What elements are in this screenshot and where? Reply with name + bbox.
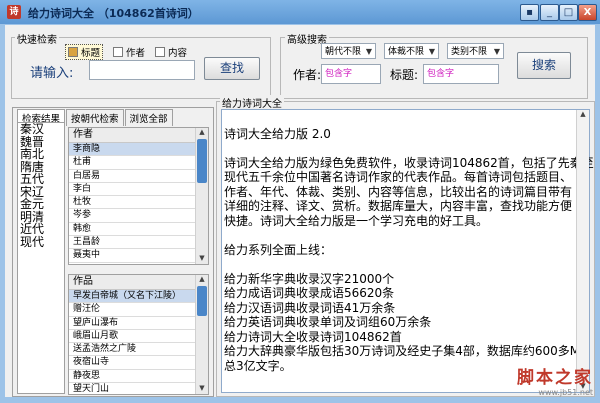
title-input[interactable]: 包含字	[423, 64, 499, 84]
category-select[interactable]: 类别不限 ▼	[447, 43, 504, 59]
poem-text-area[interactable]: 诗词大全给力版 2.0 诗词大全给力版为绿色免费软件，收录诗词104862首，包…	[221, 109, 594, 393]
advanced-search-button[interactable]: 搜索	[517, 52, 571, 79]
text-line: 给力新华字典收录汉字21000个	[224, 271, 395, 286]
scroll-up-icon[interactable]: ▲	[196, 128, 208, 138]
text-content: 诗词大全给力版 2.0 诗词大全给力版为绿色免费软件，收录诗词104862首，包…	[224, 112, 594, 373]
chevron-down-icon: ▼	[428, 47, 435, 56]
table-row[interactable]: 白居易	[69, 170, 208, 183]
works-grid: 作品 早发白帝城（又名下江陵） 赠汪伦 望庐山瀑布 峨眉山月歌 送孟浩然之广陵 …	[68, 274, 209, 395]
content-group-label: 给力诗词大全	[220, 95, 284, 110]
tab-browse-all[interactable]: 浏览全部	[124, 109, 173, 126]
extra-icon[interactable]: ▪	[520, 4, 539, 21]
table-row[interactable]: 聂夷中	[69, 249, 208, 263]
title-label: 标题:	[390, 68, 419, 82]
author-checkbox[interactable]	[113, 47, 123, 57]
window-title: 给力诗词大全 （104862首诗词）	[28, 7, 199, 20]
text-line: 给力大辞典豪华版包括30万诗词及经史子集4部，数据库约600多M，	[224, 344, 593, 358]
works-scrollbar[interactable]: ▲ ▼	[195, 275, 208, 394]
content-scrollbar[interactable]: ▲ ▼	[576, 110, 589, 392]
text-line	[224, 228, 594, 243]
table-row[interactable]: 赠汪伦	[69, 303, 208, 317]
table-row[interactable]: 送孟浩然之广陵	[69, 343, 208, 357]
text-line: 给力诗词大全收录诗词104862首	[224, 329, 402, 344]
text-line: 诗词大全给力版为绿色免费软件，收录诗词104862首，包括了先秦至	[224, 155, 594, 170]
text-line: 快捷。诗词大全给力版是一个学习充电的好工具。	[224, 213, 489, 228]
text-line: 给力英语词典收录单词及词组60万余条	[224, 315, 432, 329]
author-grid: 作者 李商隐 杜甫 白居易 李白 杜牧 岑参 韩愈 王昌龄 聂夷中 ▲ ▼	[68, 127, 209, 265]
dynasty-select[interactable]: 朝代不限 ▼	[321, 43, 376, 59]
author-input[interactable]: 包含字	[321, 64, 381, 84]
scroll-down-icon[interactable]: ▼	[196, 254, 208, 264]
table-row[interactable]: 静夜思	[69, 370, 208, 384]
scroll-up-icon[interactable]: ▲	[196, 275, 208, 285]
table-row[interactable]: 杜甫	[69, 156, 208, 170]
chevron-down-icon: ▼	[493, 47, 500, 56]
text-line: 给力系列全面上线：	[224, 242, 333, 257]
table-row[interactable]: 夜宿山寺	[69, 356, 208, 370]
title-bar[interactable]: 诗 给力诗词大全 （104862首诗词） ▪ _ □ X	[0, 0, 600, 24]
table-row[interactable]: 望庐山瀑布	[69, 317, 208, 330]
text-line	[224, 257, 594, 272]
dynasty-item[interactable]: 秦汉	[18, 123, 64, 136]
option-content[interactable]: 内容	[155, 45, 187, 59]
author-column-header[interactable]: 作者	[69, 128, 208, 143]
option-author[interactable]: 作者	[113, 45, 145, 59]
find-button[interactable]: 查找	[204, 57, 260, 80]
option-title[interactable]: 标题	[65, 44, 104, 60]
table-row[interactable]: 韩愈	[69, 223, 208, 237]
text-line	[224, 112, 594, 127]
maximize-button[interactable]: □	[559, 4, 578, 21]
dynasty-item[interactable]: 近代	[18, 223, 64, 236]
watermark-url: www.jb51.net	[538, 388, 593, 397]
content-checkbox[interactable]	[155, 47, 165, 57]
text-line: 给力汉语词典收录词语41万余条	[224, 300, 396, 315]
client-area: 快速检索 标题 作者 内容 请输入: 查找 高级搜索 朝代不限 ▼ 体裁不限 ▼ 类…	[5, 25, 595, 397]
table-row[interactable]: 王昌龄	[69, 236, 208, 250]
genre-select[interactable]: 体裁不限 ▼	[384, 43, 439, 59]
option-author-label: 作者	[126, 48, 146, 59]
table-row[interactable]: 李白	[69, 183, 208, 197]
text-line: 诗词大全给力版 2.0	[224, 126, 331, 141]
works-column-header[interactable]: 作品	[69, 275, 208, 290]
text-line: 现代五千余位中国著名诗词作家的代表作品。每首诗词包括题目、	[224, 170, 573, 184]
scroll-thumb[interactable]	[197, 139, 207, 183]
text-line: 详细的注释、译文、赏析。数据库量大，内容丰富，查找功能方便	[224, 199, 573, 213]
dynasty-item[interactable]: 现代	[18, 235, 64, 249]
table-row[interactable]: 望天门山	[69, 383, 208, 394]
close-button[interactable]: X	[578, 4, 597, 21]
tab-by-dynasty[interactable]: 按朝代检索	[66, 109, 124, 126]
option-title-label: 标题	[81, 48, 101, 59]
author-scrollbar[interactable]: ▲ ▼	[195, 128, 208, 264]
text-line: 给力成语词典收录成语56620条	[224, 286, 395, 300]
table-row[interactable]: 杜牧	[69, 196, 208, 210]
main-window: 诗 给力诗词大全 （104862首诗词） ▪ _ □ X 快速检索 标题 作者 …	[0, 0, 600, 403]
dynasty-item[interactable]: 金元	[18, 198, 64, 211]
table-row[interactable]: 早发白帝城（又名下江陵）	[69, 290, 208, 304]
dynasty-list: 秦汉 魏晋 南北 隋唐 五代 宋辽 金元 明清 近代 现代	[17, 122, 65, 394]
dynasty-item[interactable]: 南北	[18, 148, 64, 161]
table-row[interactable]: 峨眉山月歌	[69, 330, 208, 344]
scroll-thumb[interactable]	[197, 286, 207, 316]
table-row[interactable]: 岑参	[69, 209, 208, 223]
title-checkbox[interactable]	[68, 47, 78, 57]
genre-value: 体裁不限	[388, 47, 425, 57]
dynasty-item[interactable]: 五代	[18, 173, 64, 186]
app-icon: 诗	[7, 5, 21, 19]
quick-search-input[interactable]	[89, 60, 195, 80]
text-line	[224, 141, 594, 156]
scroll-down-icon[interactable]: ▼	[196, 384, 208, 394]
scroll-up-icon[interactable]: ▲	[577, 110, 589, 120]
watermark: 脚本之家 www.jb51.net	[517, 363, 593, 397]
watermark-logo: 脚本之家	[517, 368, 593, 388]
option-content-label: 内容	[168, 48, 188, 59]
table-row[interactable]: 李商隐	[69, 143, 208, 157]
dynasty-value: 朝代不限	[325, 47, 362, 57]
input-label: 请输入:	[30, 66, 74, 81]
author-label: 作者:	[293, 68, 322, 82]
quick-search-label: 快速检索	[15, 31, 59, 46]
minimize-button[interactable]: _	[540, 4, 559, 21]
category-value: 类别不限	[451, 47, 488, 57]
chevron-down-icon: ▼	[365, 47, 372, 56]
text-line: 作者、年代、体裁、类别、内容等信息，比较出名的诗词篇目带有	[224, 184, 573, 199]
